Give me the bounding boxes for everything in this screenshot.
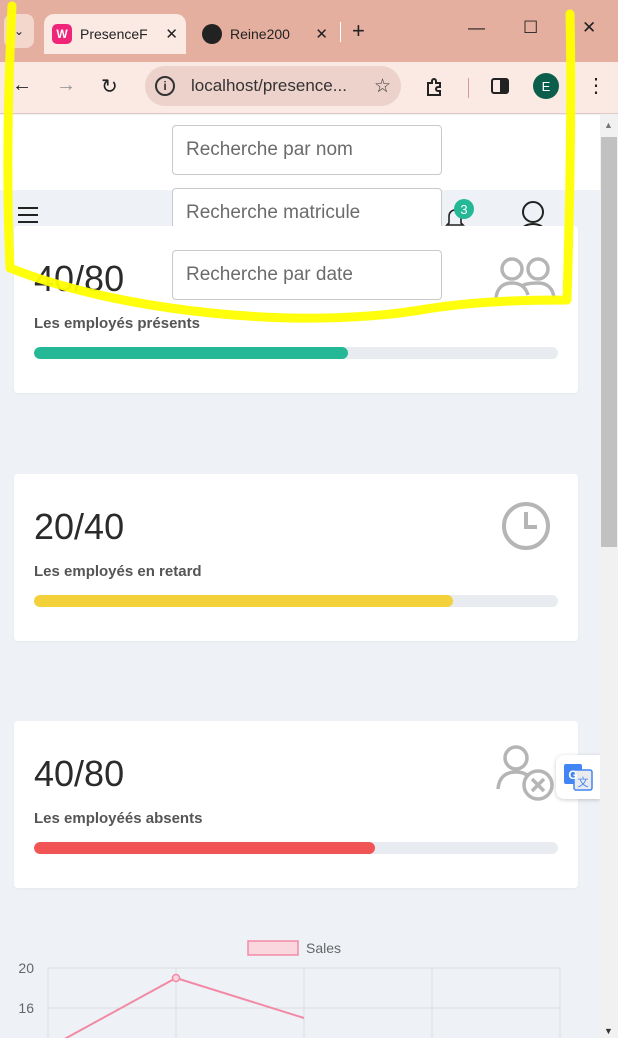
- side-panel-icon[interactable]: [490, 76, 510, 102]
- forward-arrow-icon[interactable]: →: [56, 74, 76, 97]
- data-point: [171, 973, 181, 983]
- absent-progress-fill: [34, 842, 375, 854]
- late-employees-card: 20/40 Les employés en retard: [14, 474, 578, 641]
- back-arrow-icon[interactable]: ←: [12, 74, 32, 97]
- svg-text:G: G: [568, 768, 577, 782]
- clock-icon: [500, 500, 552, 557]
- minimize-button[interactable]: —: [468, 18, 485, 38]
- y-tick-label: 16: [18, 1000, 34, 1016]
- bookmark-star-icon[interactable]: ☆: [374, 75, 391, 98]
- search-date-input[interactable]: [172, 250, 442, 300]
- reload-icon[interactable]: ↻: [101, 74, 118, 99]
- maximize-button[interactable]: ☐: [523, 18, 538, 38]
- new-tab-button[interactable]: +: [352, 18, 365, 44]
- window-close-button[interactable]: ✕: [582, 18, 596, 38]
- tab-title: Reine200: [230, 26, 290, 42]
- chevron-down-icon: ⌄: [13, 24, 25, 38]
- tab-separator: [340, 22, 341, 42]
- present-progress-bar: [34, 347, 558, 359]
- more-menu-icon[interactable]: ⋮: [586, 73, 606, 98]
- user-remove-icon: [496, 743, 558, 808]
- address-bar[interactable]: i localhost/presence... ☆: [145, 66, 401, 106]
- tab-close-icon[interactable]: ✕: [315, 25, 328, 43]
- legend-label: Sales: [306, 940, 341, 956]
- late-progress-fill: [34, 595, 454, 607]
- page-content: 3 40/80 Les employés présents 20/40 Les …: [0, 115, 600, 1038]
- absent-count: 40/80: [34, 753, 125, 794]
- tab-search-button[interactable]: ⌄: [4, 14, 34, 48]
- sales-chart: Sales 20 16: [0, 935, 600, 1038]
- users-icon: [494, 256, 558, 305]
- scroll-up-arrow-icon[interactable]: ▲: [604, 120, 613, 130]
- google-translate-button[interactable]: G文: [556, 755, 600, 799]
- toolbar-separator: [468, 78, 469, 98]
- present-count: 40/80: [34, 258, 125, 299]
- browser-toolbar: ← → ↻ i localhost/presence... ☆ E ⋮: [0, 62, 618, 114]
- url-text: localhost/presence...: [191, 76, 347, 95]
- absent-employees-card: 40/80 Les employéés absents: [14, 721, 578, 888]
- absent-label: Les employéés absents: [34, 810, 203, 827]
- scrollbar-thumb[interactable]: [601, 137, 617, 547]
- svg-text:文: 文: [578, 775, 589, 789]
- late-label: Les employés en retard: [34, 563, 202, 580]
- y-tick-label: 20: [18, 960, 34, 976]
- present-progress-fill: [34, 347, 349, 359]
- tab-github[interactable]: Reine200 ✕: [194, 14, 336, 54]
- legend-swatch: [247, 940, 299, 956]
- profile-avatar[interactable]: E: [533, 73, 559, 99]
- extensions-puzzle-icon[interactable]: [424, 76, 446, 104]
- translate-icon: G文: [564, 764, 593, 791]
- webassembly-favicon-icon: W: [52, 24, 72, 44]
- notification-badge: 3: [454, 199, 474, 219]
- github-favicon-icon: [202, 24, 222, 44]
- absent-progress-bar: [34, 842, 558, 854]
- tab-close-icon[interactable]: ✕: [165, 25, 178, 43]
- tab-presence[interactable]: W PresenceF ✕: [44, 14, 186, 54]
- present-label: Les employés présents: [34, 315, 200, 332]
- scroll-down-arrow-icon[interactable]: ▼: [604, 1026, 613, 1036]
- site-info-icon[interactable]: i: [155, 76, 175, 96]
- tab-title: PresenceF: [80, 26, 148, 42]
- browser-tab-bar: ⌄ W PresenceF ✕ Reine200 ✕ + — ☐ ✕: [0, 0, 618, 62]
- hamburger-menu-icon[interactable]: [18, 207, 38, 228]
- late-count: 20/40: [34, 506, 125, 547]
- late-progress-bar: [34, 595, 558, 607]
- search-name-input[interactable]: [172, 125, 442, 175]
- sales-line-chart: Sales 20 16: [18, 940, 561, 1038]
